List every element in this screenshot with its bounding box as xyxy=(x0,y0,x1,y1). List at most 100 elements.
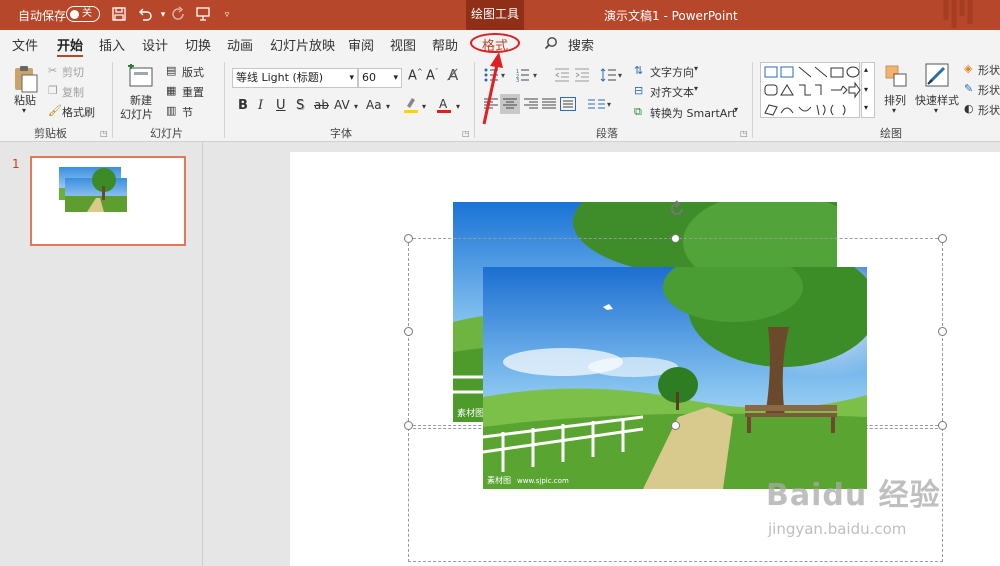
text-direction-icon[interactable]: ⇅ xyxy=(634,64,643,77)
chevron-down-icon[interactable]: ▾ xyxy=(694,64,698,73)
shadow-button[interactable]: S xyxy=(296,98,304,113)
paste-icon[interactable] xyxy=(12,64,40,94)
chevron-up-icon[interactable]: ▴ xyxy=(864,65,868,74)
new-slide-button-line2[interactable]: 幻灯片 xyxy=(120,106,153,122)
text-direction-button[interactable]: 文字方向 xyxy=(650,64,694,80)
strikethrough-button[interactable]: ab xyxy=(314,98,329,112)
chevron-down-icon[interactable]: ▾ xyxy=(734,105,738,114)
new-slide-icon[interactable] xyxy=(126,64,154,90)
tab-view[interactable]: 视图 xyxy=(390,35,416,54)
redo-icon[interactable] xyxy=(170,6,188,24)
align-text-icon[interactable]: ⊟ xyxy=(634,84,643,97)
chevron-down-icon[interactable]: ▾ xyxy=(349,69,354,87)
cut-button[interactable]: 剪切 xyxy=(62,64,84,80)
picture-front[interactable]: 素材图 www.sjpic.com xyxy=(482,247,878,489)
resize-handle-se[interactable] xyxy=(938,421,947,430)
chevron-down-icon[interactable]: ▾ xyxy=(386,102,390,111)
resize-handle-sw[interactable] xyxy=(404,421,413,430)
convert-smartart-button[interactable]: 转换为 SmartArt xyxy=(650,105,736,121)
autosave-toggle[interactable]: 关 xyxy=(66,6,100,22)
numbering-icon[interactable]: 123 ▾ xyxy=(516,68,544,82)
resize-handle-s[interactable] xyxy=(671,421,680,430)
tab-home[interactable]: 开始 xyxy=(57,35,83,54)
slide-thumbnail[interactable] xyxy=(30,156,186,246)
cut-icon[interactable]: ✂ xyxy=(48,64,57,77)
tab-review[interactable]: 审阅 xyxy=(348,35,374,54)
justify-icon[interactable] xyxy=(542,98,556,110)
chevron-down-icon[interactable]: ▾ xyxy=(864,85,868,94)
font-name-combo[interactable]: 等线 Light (标题) ▾ xyxy=(232,68,358,88)
format-painter-icon[interactable]: 🖌 xyxy=(48,104,62,117)
bold-button[interactable]: B xyxy=(238,98,248,113)
resize-handle-ne[interactable] xyxy=(938,234,947,243)
more-icon[interactable]: ▾ xyxy=(864,103,868,112)
shape-outline-button[interactable]: 形状 xyxy=(978,82,1000,98)
decrease-indent-icon[interactable] xyxy=(554,68,570,82)
copy-button[interactable]: 复制 xyxy=(62,84,84,100)
chevron-down-icon[interactable]: ▾ xyxy=(892,106,896,115)
format-painter-button[interactable]: 格式刷 xyxy=(62,104,95,120)
align-text-button[interactable]: 对齐文本 xyxy=(650,84,694,100)
shape-fill-button[interactable]: 形状 xyxy=(978,62,1000,78)
shape-effects-button[interactable]: 形状 xyxy=(978,102,1000,118)
tab-design[interactable]: 设计 xyxy=(142,35,168,54)
distributed-icon[interactable] xyxy=(560,97,576,111)
resize-handle-nw[interactable] xyxy=(404,234,413,243)
chevron-down-icon[interactable]: ▾ xyxy=(456,102,460,111)
search-box[interactable]: 搜索 xyxy=(568,35,594,54)
align-right-icon[interactable] xyxy=(524,98,538,110)
line-spacing-icon[interactable]: ▾ xyxy=(600,68,626,82)
underline-button[interactable]: U xyxy=(276,98,286,113)
font-size-combo[interactable]: 60 ▾ xyxy=(358,68,402,88)
rotate-handle-icon[interactable] xyxy=(668,200,686,218)
tab-transitions[interactable]: 切换 xyxy=(185,35,211,54)
chevron-down-icon[interactable]: ▾ xyxy=(354,102,358,111)
font-launcher-icon[interactable]: ◳ xyxy=(462,129,470,138)
search-icon[interactable] xyxy=(544,36,558,50)
present-icon[interactable] xyxy=(194,6,212,24)
arrange-icon[interactable] xyxy=(884,64,910,90)
shape-outline-icon[interactable]: ✎ xyxy=(964,82,973,95)
save-icon[interactable] xyxy=(110,6,128,24)
chevron-down-icon[interactable]: ▾ xyxy=(393,69,398,87)
change-case-button[interactable]: Aa xyxy=(366,98,382,112)
chevron-down-icon[interactable]: ▾ xyxy=(422,102,426,111)
tab-insert[interactable]: 插入 xyxy=(99,35,125,54)
resize-handle-w[interactable] xyxy=(404,327,413,336)
paste-dropdown-icon[interactable]: ▾ xyxy=(22,106,26,115)
shrink-font-icon[interactable]: Aˇ xyxy=(426,68,438,83)
layout-button[interactable]: 版式 xyxy=(182,64,204,80)
chevron-down-icon[interactable]: ▾ xyxy=(934,106,938,115)
shape-fill-icon[interactable]: ◈ xyxy=(964,62,972,75)
resize-handle-n[interactable] xyxy=(671,234,680,243)
section-button[interactable]: 节 xyxy=(182,104,193,120)
tab-help[interactable]: 帮助 xyxy=(432,35,458,54)
grow-font-icon[interactable]: A^ xyxy=(408,68,423,83)
customize-toolbar-icon[interactable]: ▿ xyxy=(218,6,236,24)
tab-file[interactable]: 文件 xyxy=(12,35,38,54)
smartart-icon[interactable]: ⧉ xyxy=(634,105,642,119)
shapes-gallery[interactable] xyxy=(760,62,861,118)
paragraph-launcher-icon[interactable]: ◳ xyxy=(740,129,748,138)
section-icon[interactable]: ▥ xyxy=(166,104,176,117)
clear-formatting-icon[interactable]: A̸ xyxy=(448,66,458,84)
highlight-icon[interactable] xyxy=(403,96,419,114)
font-color-icon[interactable]: A xyxy=(436,96,452,114)
italic-button[interactable]: I xyxy=(258,98,263,113)
reset-icon[interactable]: ▦ xyxy=(166,84,176,97)
resize-handle-e[interactable] xyxy=(938,327,947,336)
clipboard-launcher-icon[interactable]: ◳ xyxy=(100,129,108,138)
tab-animations[interactable]: 动画 xyxy=(227,35,253,54)
quick-styles-icon[interactable] xyxy=(924,62,952,90)
copy-icon[interactable]: ❐ xyxy=(48,84,58,97)
shapes-gallery-scroll[interactable]: ▴ ▾ ▾ xyxy=(861,62,875,118)
tab-slideshow[interactable]: 幻灯片放映 xyxy=(270,35,335,54)
chevron-down-icon[interactable]: ▾ xyxy=(694,84,698,93)
character-spacing-button[interactable]: AV xyxy=(334,98,350,112)
layout-icon[interactable]: ▤ xyxy=(166,64,176,77)
increase-indent-icon[interactable] xyxy=(574,68,590,82)
shape-effects-icon[interactable]: ◐ xyxy=(964,102,974,115)
undo-icon[interactable] xyxy=(136,6,154,24)
reset-button[interactable]: 重置 xyxy=(182,84,204,100)
columns-icon[interactable]: ▾ xyxy=(588,98,614,110)
